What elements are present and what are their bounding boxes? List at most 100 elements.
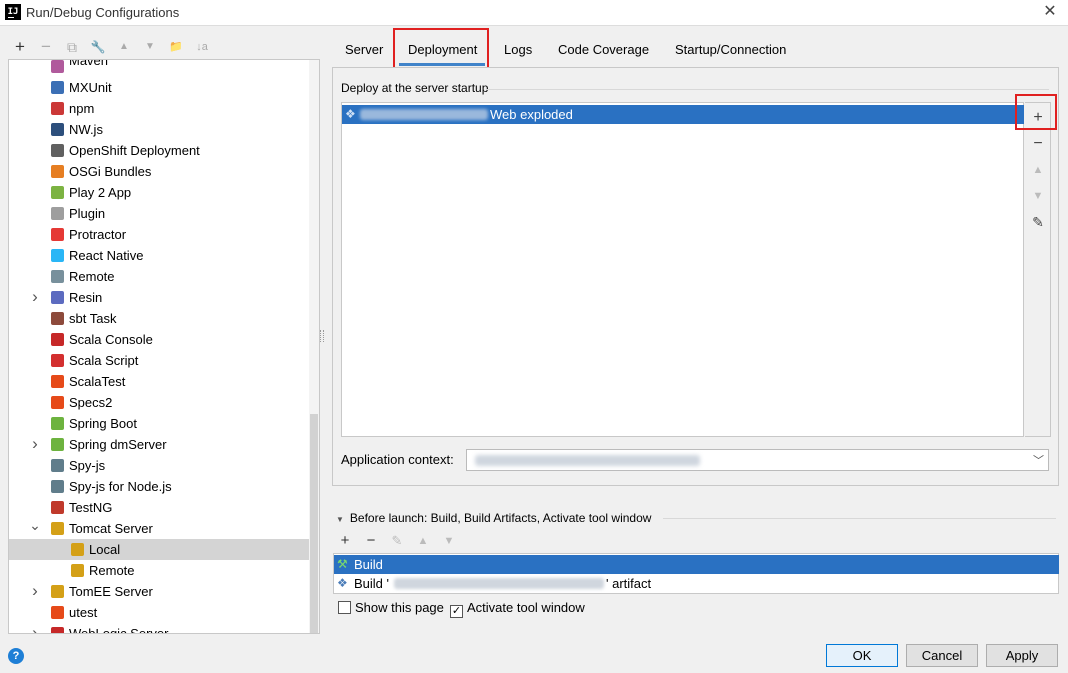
before-launch-header[interactable]: ▼ Before launch: Build, Build Artifacts, … bbox=[336, 511, 651, 525]
tree-item[interactable]: Specs2 bbox=[9, 392, 309, 413]
tab-server[interactable]: Server bbox=[345, 42, 383, 57]
tree-item-label: Spy-js for Node.js bbox=[69, 479, 172, 494]
tree-item[interactable]: Maven bbox=[9, 60, 309, 77]
tree-item[interactable]: ScalaTest bbox=[9, 371, 309, 392]
tree-item[interactable]: Spy-js for Node.js bbox=[9, 476, 309, 497]
tree-item[interactable]: React Native bbox=[9, 245, 309, 266]
tree-item[interactable]: ⌄ Tomcat Server bbox=[9, 515, 309, 539]
tab-code-coverage[interactable]: Code Coverage bbox=[558, 42, 649, 57]
application-context-combo[interactable]: ﹀ bbox=[466, 449, 1049, 471]
add-button-highlight bbox=[1015, 94, 1057, 130]
remove-config-button[interactable]: − bbox=[37, 36, 55, 58]
sort-icon[interactable]: ↓a bbox=[193, 36, 211, 58]
tree-item[interactable]: TestNG bbox=[9, 497, 309, 518]
move-up-button[interactable]: ▲ bbox=[115, 36, 133, 58]
deployment-item[interactable]: ❖ Web exploded bbox=[342, 105, 1024, 124]
tree-scrollbar[interactable] bbox=[309, 60, 319, 633]
tree-item[interactable]: NW.js bbox=[9, 119, 309, 140]
before-launch-item-artifact[interactable]: ❖ Build ' ' artifact bbox=[334, 574, 1059, 593]
tree-item[interactable]: npm bbox=[9, 98, 309, 119]
before-launch-list: ⚒ Build ❖ Build ' ' artifact bbox=[333, 553, 1059, 594]
chevron-down-icon[interactable]: ﹀ bbox=[1033, 452, 1044, 468]
help-icon[interactable]: ? bbox=[8, 648, 24, 664]
add-config-button[interactable]: + bbox=[11, 36, 29, 58]
artifact-icon: ❖ bbox=[345, 107, 356, 121]
scrollbar-thumb[interactable] bbox=[310, 414, 318, 633]
tree-item[interactable]: Plugin bbox=[9, 203, 309, 224]
artifact-prefix: Build ' bbox=[354, 576, 390, 591]
ok-button[interactable]: OK bbox=[826, 644, 898, 667]
config-type-icon bbox=[51, 228, 64, 241]
folder-icon[interactable]: 📁 bbox=[167, 36, 185, 58]
redacted-artifact-name bbox=[394, 578, 604, 589]
tree-item-label: Play 2 App bbox=[69, 185, 132, 200]
tree-item-label: Spring Boot bbox=[69, 416, 137, 431]
application-context-label: Application context: bbox=[341, 452, 454, 467]
edit-pencil-icon[interactable]: ✎ bbox=[1025, 211, 1051, 233]
tree-item[interactable]: OSGi Bundles bbox=[9, 161, 309, 182]
activate-tool-window-option[interactable]: ✓ Activate tool window bbox=[450, 600, 585, 618]
deployment-item-label: Web exploded bbox=[490, 107, 573, 122]
tree-item[interactable]: Protractor bbox=[9, 224, 309, 245]
tree-item[interactable]: sbt Task bbox=[9, 308, 309, 329]
show-this-page-option[interactable]: Show this page bbox=[338, 600, 444, 618]
tab-startup-connection[interactable]: Startup/Connection bbox=[675, 42, 786, 57]
tree-item[interactable]: MXUnit bbox=[9, 77, 309, 98]
remove-task-button[interactable]: − bbox=[362, 531, 380, 551]
cancel-button[interactable]: Cancel bbox=[906, 644, 978, 667]
copy-config-button[interactable]: ⧉ bbox=[63, 36, 81, 58]
config-type-icon bbox=[51, 207, 64, 220]
config-type-icon bbox=[51, 396, 64, 409]
tree-item[interactable]: Spring Boot bbox=[9, 413, 309, 434]
tree-item[interactable]: › Spring dmServer bbox=[9, 434, 309, 455]
tree-item[interactable]: Play 2 App bbox=[9, 182, 309, 203]
config-type-icon bbox=[51, 102, 64, 115]
tab-logs[interactable]: Logs bbox=[504, 42, 532, 57]
move-down-button[interactable]: ▼ bbox=[141, 36, 159, 58]
artifact-suffix: ' artifact bbox=[606, 576, 652, 591]
tree-item[interactable]: utest bbox=[9, 602, 309, 623]
wrench-icon[interactable]: 🔧 bbox=[89, 36, 107, 58]
tree-item[interactable]: › Resin bbox=[9, 287, 309, 308]
tree-item[interactable]: Scala Script bbox=[9, 350, 309, 371]
before-launch-item-build[interactable]: ⚒ Build bbox=[334, 555, 1059, 574]
remove-deployment-button[interactable]: − bbox=[1025, 133, 1051, 155]
tree-item-label: sbt Task bbox=[69, 311, 117, 326]
tree-item-label: Tomcat Server bbox=[69, 521, 153, 536]
tree-item[interactable]: › TomEE Server bbox=[9, 581, 309, 602]
chevron-right-icon[interactable]: › bbox=[29, 286, 41, 307]
config-type-icon bbox=[51, 291, 64, 304]
activate-tool-window-checkbox[interactable]: ✓ bbox=[450, 605, 463, 618]
config-type-icon bbox=[51, 144, 64, 157]
tree-item-label: Plugin bbox=[69, 206, 106, 221]
edit-task-button[interactable]: ✎ bbox=[388, 531, 406, 551]
move-up-button[interactable]: ▲ bbox=[1025, 159, 1051, 181]
move-task-up-button[interactable]: ▲ bbox=[414, 531, 432, 551]
tree-item-label: Scala Script bbox=[69, 353, 139, 368]
tree-item[interactable]: Remote bbox=[9, 560, 309, 581]
tree-item[interactable]: › WebLogic Server bbox=[9, 622, 309, 633]
tree-item-label: Remote bbox=[89, 563, 135, 578]
chevron-down-icon[interactable]: ⌄ bbox=[29, 515, 41, 536]
config-type-icon bbox=[51, 375, 64, 388]
tree-item[interactable]: Scala Console bbox=[9, 329, 309, 350]
chevron-right-icon[interactable]: › bbox=[29, 580, 41, 601]
tree-item-label: ScalaTest bbox=[69, 374, 126, 389]
tree-item[interactable]: OpenShift Deployment bbox=[9, 140, 309, 161]
collapse-triangle-icon[interactable]: ▼ bbox=[336, 515, 344, 524]
close-icon[interactable]: ✕ bbox=[1040, 2, 1060, 22]
chevron-right-icon[interactable]: › bbox=[29, 433, 41, 454]
show-this-page-checkbox[interactable] bbox=[338, 601, 351, 614]
add-task-button[interactable]: + bbox=[336, 531, 354, 551]
move-task-down-button[interactable]: ▼ bbox=[440, 531, 458, 551]
move-down-button[interactable]: ▼ bbox=[1025, 185, 1051, 207]
tree-item[interactable]: Local bbox=[9, 539, 309, 560]
deployment-list[interactable]: ❖ Web exploded bbox=[341, 102, 1024, 437]
deployment-panel: Deploy at the server startup ❖ Web explo… bbox=[332, 67, 1059, 486]
splitter-handle[interactable] bbox=[320, 330, 324, 342]
tree-item[interactable]: Spy-js bbox=[9, 455, 309, 476]
tree-item[interactable]: Remote bbox=[9, 266, 309, 287]
window-title: Run/Debug Configurations bbox=[26, 5, 180, 20]
chevron-right-icon[interactable]: › bbox=[29, 622, 41, 633]
apply-button[interactable]: Apply bbox=[986, 644, 1058, 667]
